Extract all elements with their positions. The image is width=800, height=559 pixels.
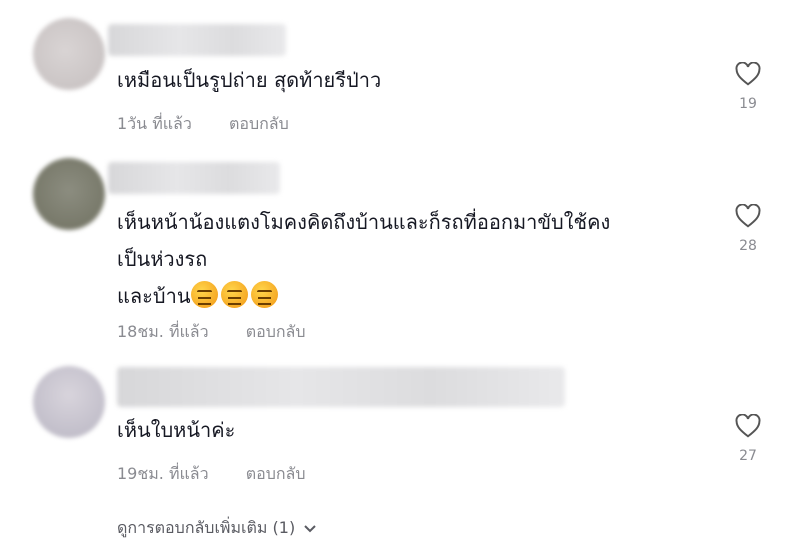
reply-button[interactable]: ตอบกลับ [246, 464, 306, 483]
comment-text: เห็นใบหน้าค่ะ [117, 418, 236, 442]
like-count: 28 [739, 238, 757, 254]
avatar[interactable] [33, 18, 105, 90]
username-redacted[interactable] [117, 367, 565, 407]
reply-button[interactable]: ตอบกลับ [246, 322, 306, 341]
confounded-face-emoji [220, 281, 248, 308]
like-button[interactable]: 19 [735, 62, 761, 112]
username-redacted[interactable] [108, 24, 286, 56]
chevron-down-icon [304, 525, 316, 533]
username-redacted[interactable] [108, 162, 280, 194]
timestamp: 1วัน ที่แล้ว [117, 114, 192, 133]
confounded-face-emoji [190, 281, 218, 308]
comment-meta: 19ชม. ที่แล้ว ตอบกลับ [117, 462, 306, 487]
heart-outline-icon [735, 62, 761, 86]
view-more-replies-label: ดูการตอบกลับเพิ่มเติม (1) [117, 518, 296, 537]
like-button[interactable]: 27 [735, 414, 761, 464]
comment-text: เห็นหน้าน้องแตงโมคงคิดถึงบ้านและก็รถที่อ… [117, 210, 611, 308]
like-count: 19 [739, 96, 757, 112]
heart-outline-icon [735, 414, 761, 438]
comment-meta: 1วัน ที่แล้ว ตอบกลับ [117, 112, 289, 137]
avatar[interactable] [33, 158, 105, 230]
like-button[interactable]: 28 [735, 204, 761, 254]
comment-meta: 18ชม. ที่แล้ว ตอบกลับ [117, 320, 306, 345]
like-count: 27 [739, 448, 757, 464]
timestamp: 18ชม. ที่แล้ว [117, 322, 209, 341]
comment-text: เหมือนเป็นรูปถ่าย สุดท้ายรีป่าว [117, 68, 382, 92]
avatar[interactable] [33, 366, 105, 438]
confounded-face-emoji [250, 281, 278, 308]
timestamp: 19ชม. ที่แล้ว [117, 464, 209, 483]
view-more-replies-button[interactable]: ดูการตอบกลับเพิ่มเติม (1) [117, 516, 317, 541]
reply-button[interactable]: ตอบกลับ [229, 114, 289, 133]
heart-outline-icon [735, 204, 761, 228]
